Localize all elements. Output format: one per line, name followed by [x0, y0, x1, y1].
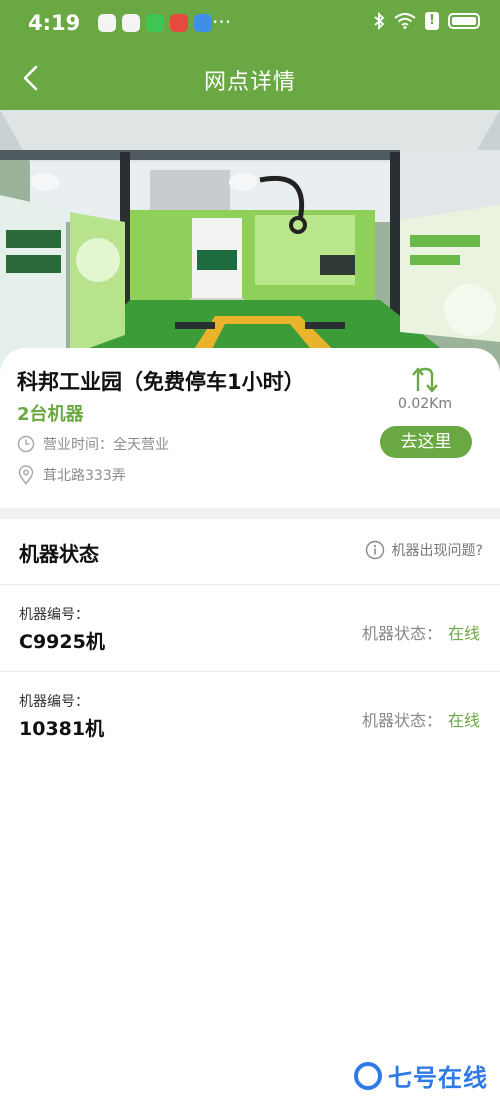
notification-icons: [98, 14, 212, 32]
watermark: 七号在线: [354, 1058, 488, 1093]
page-title: 网点详情: [203, 70, 296, 95]
more-notifications-icon: ···: [212, 10, 232, 34]
business-hours: 营业时间：全天营业: [17, 434, 169, 454]
station-address: 茸北路333弄: [17, 465, 126, 485]
machine-status-label: 机器状态：: [361, 711, 442, 730]
clock-icon: [17, 435, 35, 453]
status-bar: 4:19 ··· !: [0, 0, 500, 48]
machine-status: 机器状态： 在线: [362, 620, 480, 644]
info-icon: [365, 540, 384, 560]
address-text: 茸北路333弄: [43, 468, 126, 484]
station-name: 科邦工业园（免费停车1小时）: [17, 370, 305, 394]
nav-bar: 网点详情: [0, 48, 500, 110]
machine-number: C9925机: [19, 631, 105, 653]
battery-icon: [448, 13, 480, 29]
app-notification-icon: [122, 14, 140, 32]
location-pin-icon: [18, 465, 34, 485]
navigate-button[interactable]: 去这里: [380, 426, 472, 458]
machine-status-value: 在线: [447, 624, 480, 643]
wifi-icon: [394, 13, 416, 29]
machine-count: 2台机器: [17, 404, 84, 425]
machine-status: 机器状态： 在线: [362, 707, 480, 731]
bluetooth-icon: [374, 12, 385, 30]
route-icon: [412, 367, 438, 393]
watermark-logo-icon: [354, 1061, 382, 1090]
app-notification-icon: [170, 14, 188, 32]
machine-number-label: 机器编号：: [19, 607, 89, 623]
report-problem-link[interactable]: 机器出现问题?: [365, 540, 483, 560]
machine-number: 10381机: [19, 718, 105, 740]
divider: [0, 671, 500, 672]
section-separator: [0, 508, 500, 519]
report-problem-text[interactable]: 机器出现问题?: [392, 540, 483, 560]
distance-label: 0.02Km: [398, 396, 452, 412]
divider: [0, 584, 500, 585]
machine-status-label: 机器状态：: [361, 624, 442, 643]
machine-status-value: 在线: [447, 711, 480, 730]
station-photo: [0, 110, 500, 372]
battery-alert-icon: !: [425, 12, 439, 30]
browser-icon: [194, 14, 212, 32]
station-info-card: 科邦工业园（免费停车1小时） 2台机器 营业时间：全天营业 茸北路333弄 0.…: [0, 348, 500, 508]
business-hours-text: 营业时间：全天营业: [43, 437, 169, 453]
machine-status-title: 机器状态: [19, 542, 99, 566]
watermark-text: 七号在线: [388, 1064, 488, 1092]
status-time: 4:19: [28, 11, 81, 35]
machine-number-label: 机器编号：: [19, 694, 89, 710]
app-notification-icon: [98, 14, 116, 32]
wechat-icon: [146, 14, 164, 32]
